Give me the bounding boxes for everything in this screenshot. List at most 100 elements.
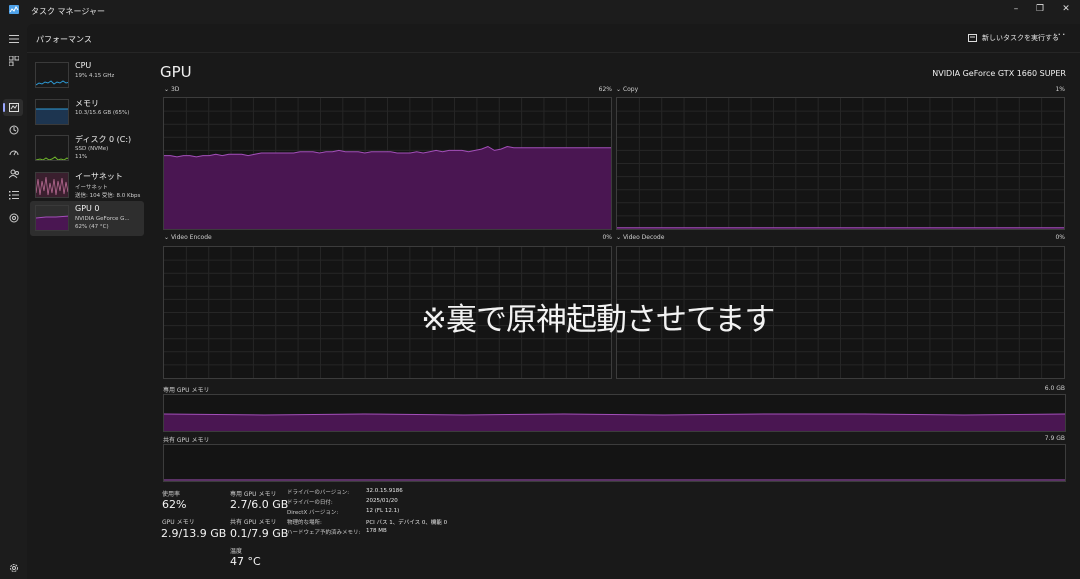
- device-disk[interactable]: ディスク 0 (C:) SSD (NVMe) 11%: [30, 131, 144, 166]
- graph-copy-plot: [617, 98, 1064, 229]
- shared-memory-max: 7.9 GB: [1044, 435, 1065, 442]
- driver-date-key: ドライバーの日付:: [287, 500, 333, 506]
- nav-app-history[interactable]: [6, 122, 21, 137]
- nav-details[interactable]: [6, 188, 21, 203]
- dedicated-memory-max: 6.0 GB: [1044, 385, 1065, 392]
- gpu-heading: GPU: [160, 63, 192, 81]
- engine-video-encode-value: 0%: [602, 234, 612, 241]
- graph-3d: [163, 97, 612, 230]
- engine-name: Video Encode: [170, 234, 212, 241]
- device-detail: 送信: 104 受信: 8.0 Kbps: [75, 193, 141, 199]
- nav-processes[interactable]: [6, 53, 21, 68]
- device-name: イーサネット: [75, 172, 123, 181]
- nav-selected-indicator: [3, 103, 5, 112]
- memory-thumbnail-graph: [35, 99, 69, 125]
- cpu-thumbnail-graph: [35, 62, 69, 88]
- device-detail: 11%: [75, 154, 88, 160]
- gpu-thumbnail-graph: [35, 205, 69, 231]
- series-3d-area: [164, 146, 611, 229]
- engine-video-decode-label[interactable]: ⌄ Video Decode: [616, 234, 664, 241]
- dedicated-memory-plot: [164, 413, 1065, 431]
- nav-startup-apps[interactable]: [6, 144, 21, 159]
- shared-memory-label: 共有 GPU メモリ: [163, 437, 210, 444]
- device-detail: イーサネット: [75, 185, 108, 191]
- shared-label: 共有 GPU メモリ: [230, 519, 277, 526]
- device-cpu[interactable]: CPU 19% 4.15 GHz: [30, 58, 144, 93]
- usage-label: 使用率: [162, 491, 181, 498]
- directx-version-value: 12 (FL 12.1): [366, 508, 400, 514]
- minimize-icon: –: [1013, 3, 1019, 14]
- close-button[interactable]: ✕: [1052, 0, 1080, 17]
- device-name: ディスク 0 (C:): [75, 135, 132, 144]
- nav-performance[interactable]: [6, 100, 21, 115]
- close-icon: ✕: [1062, 3, 1070, 14]
- driver-version-key: ドライバーのバージョン:: [287, 490, 350, 496]
- startup-gauge-icon: [9, 150, 18, 155]
- temperature-label: 温度: [230, 548, 243, 555]
- navigation-rail: [0, 24, 27, 579]
- reserved-memory-key: ハードウェア予約済みメモリ:: [287, 530, 361, 536]
- engine-3d-value: 62%: [598, 86, 612, 93]
- device-detail: 10.3/15.6 GB (65%): [75, 110, 130, 116]
- services-puzzle-icon: [9, 213, 18, 222]
- processes-icon: [8, 55, 19, 66]
- run-new-task-button[interactable]: 新しいタスクを実行する: [968, 33, 1059, 43]
- gpu-memory-value: 2.9/13.9 GB: [161, 527, 227, 540]
- history-icon: [9, 125, 18, 134]
- gpu-memory-label: GPU メモリ: [162, 519, 195, 526]
- device-name: GPU 0: [75, 204, 100, 213]
- run-task-icon: [968, 34, 977, 42]
- graph-copy: [616, 97, 1065, 230]
- device-memory[interactable]: メモリ 10.3/15.6 GB (65%): [30, 95, 144, 130]
- hamburger-icon: [8, 34, 19, 43]
- dedicated-label: 専用 GPU メモリ: [230, 491, 277, 498]
- dedicated-memory-label: 専用 GPU メモリ: [163, 387, 210, 394]
- device-ethernet[interactable]: イーサネット イーサネット 送信: 104 受信: 8.0 Kbps: [30, 168, 144, 203]
- details-list-icon: [8, 191, 19, 200]
- main-content: パフォーマンス 新しいタスクを実行する ··· CPU 19% 4.15 GHz…: [27, 24, 1080, 579]
- run-new-task-label: 新しいタスクを実行する: [982, 34, 1059, 42]
- performance-icon: [8, 103, 19, 112]
- reserved-memory-value: 178 MB: [366, 528, 387, 534]
- users-icon: [8, 169, 19, 178]
- device-detail: 62% (47 °C): [75, 224, 109, 230]
- window-title: タスク マネージャー: [31, 7, 105, 16]
- engine-copy-label[interactable]: ⌄ Copy: [616, 86, 638, 93]
- graph-dedicated-memory: [163, 394, 1066, 432]
- engine-name: Copy: [622, 86, 639, 93]
- graph-shared-memory: [163, 444, 1066, 482]
- gear-icon: [9, 563, 18, 572]
- engine-3d-label[interactable]: ⌄ 3D: [164, 86, 179, 93]
- gpu-model-name: NVIDIA GeForce GTX 1660 SUPER: [932, 69, 1066, 78]
- graph-3d-plot: [164, 98, 611, 229]
- device-detail: NVIDIA GeForce G...: [75, 216, 130, 222]
- shared-memory-plot: [164, 479, 1065, 481]
- directx-version-key: DirectX バージョン:: [287, 510, 339, 516]
- device-gpu[interactable]: GPU 0 NVIDIA GeForce G... 62% (47 °C): [30, 201, 144, 236]
- dedicated-value: 2.7/6.0 GB: [230, 498, 289, 511]
- ethernet-thumbnail-graph: [35, 172, 69, 198]
- hamburger-menu-button[interactable]: [6, 31, 21, 46]
- restore-icon: ❐: [1035, 3, 1045, 14]
- temperature-value: 47 °C: [230, 555, 261, 568]
- device-detail: 19% 4.15 GHz: [75, 73, 115, 79]
- engine-name: Video Decode: [622, 234, 665, 241]
- usage-value: 62%: [162, 498, 187, 511]
- nav-services[interactable]: [6, 210, 21, 225]
- physical-location-key: 物理的な場所:: [287, 520, 322, 526]
- engine-video-decode-value: 0%: [1055, 234, 1065, 241]
- device-name: CPU: [75, 61, 92, 70]
- more-options-button[interactable]: ···: [1053, 28, 1067, 41]
- engine-video-encode-label[interactable]: ⌄ Video Encode: [164, 234, 212, 241]
- page-header: パフォーマンス 新しいタスクを実行する ···: [27, 24, 1080, 53]
- task-manager-app-icon: [9, 5, 19, 14]
- page-title: パフォーマンス: [36, 35, 92, 44]
- nav-settings[interactable]: [6, 560, 21, 575]
- physical-location-value: PCI バス 1、デバイス 0、機能 0: [366, 520, 448, 526]
- nav-users[interactable]: [6, 166, 21, 181]
- driver-date-value: 2025/01/20: [366, 498, 398, 504]
- device-detail: SSD (NVMe): [75, 146, 109, 152]
- restore-button[interactable]: ❐: [1026, 0, 1054, 17]
- disk-thumbnail-graph: [35, 135, 69, 161]
- engine-copy-value: 1%: [1055, 86, 1065, 93]
